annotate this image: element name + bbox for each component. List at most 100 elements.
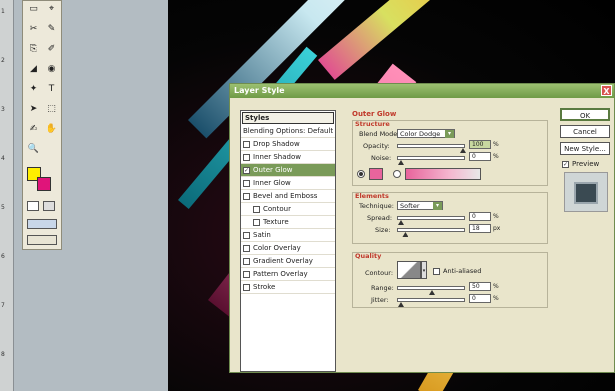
tool-icon[interactable]: ✐	[44, 43, 59, 56]
style-item[interactable]: Drop Shadow	[241, 138, 335, 151]
tool-icon[interactable]: ⎘	[26, 43, 41, 56]
ruler-tick-label: 2	[1, 57, 5, 64]
contour-picker[interactable]	[397, 261, 421, 279]
slider-thumb-icon[interactable]	[398, 160, 404, 165]
jump-to-imageready-icon[interactable]	[27, 235, 57, 245]
ruler-tick-label: 1	[1, 8, 5, 15]
jitter-slider[interactable]	[397, 298, 465, 307]
solid-color-radio[interactable]	[357, 170, 365, 178]
tool-icon[interactable]: ✂	[26, 23, 41, 36]
panel-title: Outer Glow	[352, 110, 397, 118]
quick-mask-icon[interactable]	[43, 201, 55, 211]
checkbox-icon[interactable]	[243, 231, 250, 239]
tool-icon[interactable]: 🔍	[26, 143, 41, 156]
styles-list: Styles Blending Options: Default Drop Sha…	[240, 110, 336, 372]
opacity-slider[interactable]	[397, 144, 466, 153]
checkbox-checked-icon[interactable]: ✓	[243, 166, 250, 174]
ok-button[interactable]: OK	[560, 108, 610, 121]
checkbox-icon[interactable]	[243, 153, 250, 161]
ruler-tick-label: 8	[1, 351, 5, 358]
style-item[interactable]: Color Overlay	[241, 242, 335, 255]
style-item-label: Inner Shadow	[253, 152, 301, 161]
gradient-radio[interactable]	[393, 170, 401, 178]
checkbox-icon[interactable]	[243, 192, 250, 200]
style-item[interactable]: Pattern Overlay	[241, 268, 335, 281]
size-slider[interactable]	[397, 228, 465, 237]
background-color-swatch[interactable]	[37, 177, 51, 191]
layer-style-dialog: Layer Style X Styles Blending Options: D…	[229, 83, 615, 373]
checkbox-icon[interactable]	[243, 283, 250, 291]
checkbox-icon[interactable]	[253, 218, 260, 226]
checkbox-icon[interactable]	[253, 205, 260, 213]
noise-unit: %	[493, 153, 499, 160]
dialog-titlebar[interactable]: Layer Style X	[230, 84, 614, 98]
ruler-tick-label: 7	[1, 302, 5, 309]
tool-icon[interactable]: T	[44, 83, 59, 96]
size-unit: px	[493, 225, 501, 232]
tool-icon[interactable]: ✍	[26, 123, 41, 136]
spread-slider[interactable]	[397, 216, 465, 225]
tool-icon[interactable]: ⬚	[44, 103, 59, 116]
chevron-down-icon[interactable]: ▾	[421, 261, 427, 279]
slider-thumb-icon[interactable]	[398, 220, 404, 225]
checkbox-icon[interactable]	[243, 244, 250, 252]
standard-mode-icon[interactable]	[27, 201, 39, 211]
tool-icon[interactable]: ✋	[44, 123, 59, 136]
opacity-input[interactable]: 100	[469, 140, 491, 149]
range-input[interactable]: 50	[469, 282, 491, 291]
slider-thumb-icon[interactable]	[402, 232, 409, 237]
checkbox-icon[interactable]	[243, 270, 250, 278]
noise-label: Noise:	[371, 154, 392, 162]
anti-aliased-label: Anti-aliased	[443, 267, 482, 275]
glow-color-swatch[interactable]	[369, 168, 383, 180]
checkbox-icon[interactable]	[243, 140, 250, 148]
tool-icon[interactable]: ✦	[26, 83, 41, 96]
style-item[interactable]: Bevel and Emboss	[241, 190, 335, 203]
style-item[interactable]: Inner Shadow	[241, 151, 335, 164]
style-item-label: Pattern Overlay	[253, 269, 308, 278]
checkbox-checked-icon: ✓	[562, 160, 569, 168]
ruler-tick-label: 4	[1, 155, 5, 162]
noise-slider[interactable]	[397, 156, 465, 165]
style-item[interactable]: ✓ Outer Glow	[241, 164, 335, 177]
spread-input[interactable]: 0	[469, 212, 491, 221]
contour-label: Contour:	[365, 269, 394, 277]
style-item[interactable]: Texture	[241, 216, 335, 229]
range-slider[interactable]	[397, 286, 465, 295]
style-item[interactable]: Gradient Overlay	[241, 255, 335, 268]
noise-input[interactable]: 0	[469, 152, 491, 161]
style-item-label: Bevel and Emboss	[253, 191, 318, 200]
tool-icon[interactable]: ◢	[26, 63, 41, 76]
tool-icon[interactable]: ◉	[44, 63, 59, 76]
anti-aliased-checkbox[interactable]: Anti-aliased	[433, 267, 481, 275]
jitter-input[interactable]: 0	[469, 294, 491, 303]
size-input[interactable]: 18	[469, 224, 491, 233]
screen-mode-icon[interactable]	[27, 219, 57, 229]
slider-thumb-icon[interactable]	[460, 148, 466, 153]
slider-thumb-icon[interactable]	[398, 302, 404, 307]
styles-header[interactable]: Styles	[242, 112, 334, 124]
style-item-label: Drop Shadow	[253, 139, 300, 148]
close-icon[interactable]: X	[601, 85, 612, 96]
preview-label: Preview	[572, 160, 600, 168]
quality-title: Quality	[355, 252, 382, 260]
gradient-picker[interactable]	[405, 168, 481, 180]
tool-icon[interactable]: ✎	[44, 23, 59, 36]
style-item[interactable]: Stroke	[241, 281, 335, 294]
preview-checkbox[interactable]: ✓ Preview	[562, 160, 599, 168]
tool-icon[interactable]: ➤	[26, 103, 41, 116]
technique-select[interactable]: Softer ▾	[397, 201, 443, 210]
style-item[interactable]: Contour	[241, 203, 335, 216]
new-style-button[interactable]: New Style...	[560, 142, 610, 155]
blend-mode-select[interactable]: Color Dodge ▾	[397, 129, 455, 138]
style-item[interactable]: Inner Glow	[241, 177, 335, 190]
checkbox-icon[interactable]	[243, 179, 250, 187]
cancel-button[interactable]: Cancel	[560, 125, 610, 138]
tool-icon[interactable]: ▭	[26, 3, 41, 16]
checkbox-icon[interactable]	[243, 257, 250, 265]
style-item[interactable]: Satin	[241, 229, 335, 242]
tool-icon[interactable]: ⌖	[44, 3, 59, 16]
style-item[interactable]: Blending Options: Default	[241, 125, 335, 138]
slider-thumb-icon[interactable]	[429, 290, 435, 295]
chevron-down-icon: ▾	[433, 202, 442, 210]
